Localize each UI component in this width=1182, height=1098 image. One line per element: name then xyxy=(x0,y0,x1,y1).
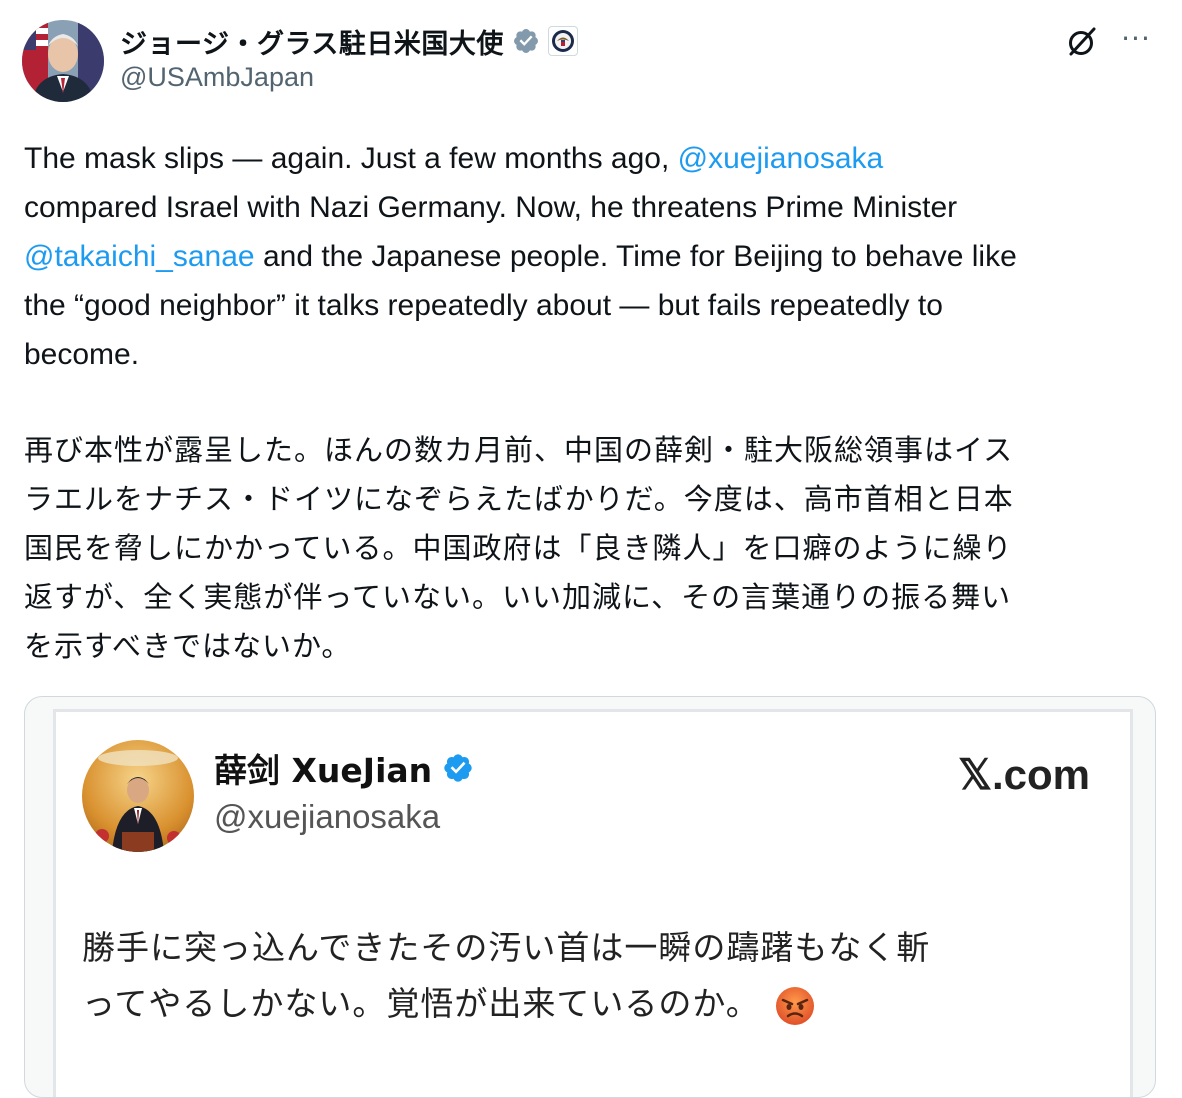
attached-image[interactable]: 薛剑 XueJian @xuejianosaka 𝕏.com 勝手に突っ込んでき… xyxy=(24,696,1156,1098)
more-icon[interactable]: ··· xyxy=(1118,24,1154,60)
tweet-line: を示すべきではないか。 xyxy=(24,629,352,663)
quoted-post-text: 勝手に突っ込んできたその汚い首は一瞬の躊躇もなく斬 ってやるしかない。覚悟が出来… xyxy=(82,920,1122,1032)
us-embassy-seal-icon[interactable] xyxy=(547,26,578,56)
tweet-text-ja: 再び本性が露呈した。ほんの数カ月前、中国の薛剣・駐大阪総領事はイス ラエルをナチ… xyxy=(24,426,1164,671)
embedded-post-screenshot: 薛剑 XueJian @xuejianosaka 𝕏.com 勝手に突っ込んでき… xyxy=(53,709,1133,1097)
mention-link-takaichi-sanae[interactable]: @takaichi_sanae xyxy=(24,240,255,273)
tweet-line: the “good neighbor” it talks repeatedly … xyxy=(24,289,943,322)
quoted-text-line: ってやるしかない。覚悟が出来ているのか。 xyxy=(82,976,1122,1032)
author-avatar[interactable] xyxy=(22,20,104,102)
angry-face-emoji-icon xyxy=(774,985,816,1027)
quoted-text-segment: ってやるしかない。覚悟が出来ているのか。 xyxy=(82,984,760,1023)
tweet-line: @takaichi_sanae and the Japanese people.… xyxy=(24,232,1164,281)
quoted-name-row: 薛剑 XueJian xyxy=(214,744,474,792)
tweet-line: The mask slips — again. Just a few month… xyxy=(24,134,1164,183)
tweet-line: compared Israel with Nazi Germany. Now, … xyxy=(24,191,958,224)
tweet-line: 返すが、全く実態が伴っていない。いい加減に、その言葉通りの振る舞い xyxy=(24,580,1012,614)
tweet-text-en: The mask slips — again. Just a few month… xyxy=(24,134,1164,379)
quoted-avatar xyxy=(82,740,194,852)
tweet-text-segment: and the Japanese people. Time for Beijin… xyxy=(254,240,1017,273)
verified-badge-icon xyxy=(512,27,540,55)
tweet-line: ラエルをナチス・ドイツになぞらえたばかりだ。今度は、高市首相と日本 xyxy=(24,482,1014,516)
author-display-name[interactable]: ジョージ・グラス駐日米国大使 xyxy=(120,22,504,61)
tweet-line: 国民を脅しにかかっている。中国政府は「良き隣人」を口癖のように繰り xyxy=(24,531,1013,565)
quoted-text-line: 勝手に突っ込んできたその汚い首は一瞬の躊躇もなく斬 xyxy=(82,928,931,967)
tweet: ジョージ・グラス駐日米国大使 @USAmbJapan ··· The mask … xyxy=(0,0,1182,1098)
grok-icon[interactable] xyxy=(1064,24,1100,60)
author-handle[interactable]: @USAmbJapan xyxy=(120,62,314,93)
x-com-logo-text: 𝕏.com xyxy=(958,751,1090,798)
mention-link-xuejianosaka[interactable]: @xuejianosaka xyxy=(678,142,884,175)
tweet-text-segment: The mask slips — again. Just a few month… xyxy=(24,142,678,175)
verified-badge-icon xyxy=(442,752,474,784)
quoted-handle: @xuejianosaka xyxy=(214,798,441,835)
quoted-display-name: 薛剑 XueJian xyxy=(214,751,433,790)
author-name-row: ジョージ・グラス駐日米国大使 xyxy=(120,22,578,60)
tweet-line: become. xyxy=(24,338,140,371)
tweet-line: 再び本性が露呈した。ほんの数カ月前、中国の薛剣・駐大阪総領事はイス xyxy=(24,433,1014,467)
